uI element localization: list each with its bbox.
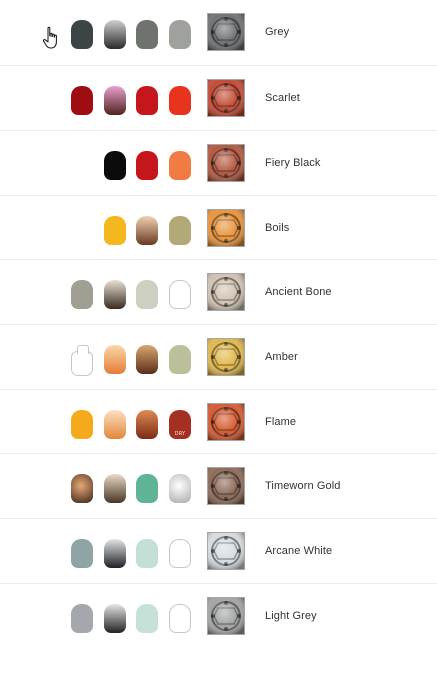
paint-row[interactable]: Fiery Black [0,131,437,196]
miniature-swatch-thumbnail[interactable] [207,209,245,247]
paint-row[interactable]: Ancient Bone [0,260,437,325]
paint-pots [60,325,200,389]
paint-row[interactable]: Amber [0,325,437,390]
paint-pot-icon[interactable] [104,151,126,180]
scheme-name[interactable]: Amber [265,325,298,389]
paint-pot-icon[interactable] [169,474,191,503]
paint-pot-icon[interactable] [136,20,158,49]
pot-neck [77,345,89,354]
miniature-swatch-thumbnail[interactable] [207,273,245,311]
paint-pot-icon[interactable] [136,280,158,309]
paint-pot-icon[interactable] [136,474,158,503]
scheme-name[interactable]: Ancient Bone [265,260,332,324]
paint-pot-icon[interactable] [71,474,93,503]
paint-pot-icon[interactable] [104,474,126,503]
scheme-name[interactable]: Fiery Black [265,131,321,195]
paint-pot-icon[interactable] [104,539,126,568]
miniature-swatch-thumbnail[interactable] [207,597,245,635]
paint-pot-icon[interactable] [136,410,158,439]
paint-pot-icon[interactable] [136,604,158,633]
hand-cursor-icon [42,26,57,49]
paint-pot-icon[interactable] [104,86,126,115]
paint-pots [60,260,200,324]
paint-row[interactable]: Light Grey [0,584,437,648]
paint-pot-icon[interactable] [136,86,158,115]
paint-pots [60,454,200,518]
paint-scheme-list: Grey Scarlet Fiery Black Boils Ancient Bone A… [0,0,437,648]
paint-pot-icon[interactable] [71,539,93,568]
paint-pots [60,519,200,583]
paint-row[interactable]: Timeworn Gold [0,454,437,519]
paint-row[interactable]: Boils [0,196,437,260]
paint-pot-icon[interactable] [136,216,158,245]
paint-row[interactable]: Arcane White [0,519,437,584]
paint-pot-icon[interactable] [71,280,93,309]
scheme-name[interactable]: Boils [265,196,289,260]
scheme-name[interactable]: Scarlet [265,66,300,130]
paint-row[interactable]: Scarlet [0,66,437,131]
paint-pots [60,196,200,260]
paint-pots [60,584,200,648]
scheme-name[interactable]: Arcane White [265,519,332,583]
paint-pot-icon[interactable] [104,604,126,633]
empty-paint-pot-icon[interactable] [169,280,191,309]
paint-pot-icon[interactable] [169,345,191,374]
miniature-swatch-thumbnail[interactable] [207,338,245,376]
dry-label: DRY [174,431,186,437]
paint-pots [60,0,200,64]
miniature-swatch-thumbnail[interactable] [207,403,245,441]
paint-pots [60,131,200,195]
paint-pot-icon[interactable] [136,539,158,568]
miniature-swatch-thumbnail[interactable] [207,13,245,51]
paint-pot-icon[interactable] [169,151,191,180]
paint-pot-icon[interactable] [136,345,158,374]
paint-row[interactable]: Grey [0,0,437,66]
paint-pots: DRY [60,390,200,454]
paint-pot-icon[interactable] [169,86,191,115]
paint-pot-icon[interactable] [136,151,158,180]
empty-paint-pot-icon[interactable] [169,604,191,633]
scheme-name[interactable]: Timeworn Gold [265,454,340,518]
paint-pot-icon[interactable] [104,280,126,309]
miniature-swatch-thumbnail[interactable] [207,467,245,505]
paint-pot-icon[interactable] [104,216,126,245]
paint-pot-icon[interactable] [104,410,126,439]
paint-pot-icon[interactable] [71,86,93,115]
paint-pots [60,66,200,130]
miniature-swatch-thumbnail[interactable] [207,79,245,117]
paint-pot-icon[interactable] [169,216,191,245]
miniature-swatch-thumbnail[interactable] [207,532,245,570]
paint-pot-icon[interactable] [71,20,93,49]
scheme-name[interactable]: Light Grey [265,584,317,648]
paint-pot-icon[interactable] [104,20,126,49]
miniature-swatch-thumbnail[interactable] [207,144,245,182]
empty-paint-pot-icon[interactable] [169,539,191,568]
paint-pot-icon[interactable] [104,345,126,374]
empty-paint-pot-icon[interactable] [71,345,93,376]
scheme-name[interactable]: Grey [265,0,289,64]
paint-pot-icon[interactable] [169,20,191,49]
paint-pot-icon[interactable]: DRY [169,410,191,439]
paint-pot-icon[interactable] [71,410,93,439]
scheme-name[interactable]: Flame [265,390,296,454]
paint-pot-icon[interactable] [71,604,93,633]
paint-row[interactable]: DRY Flame [0,390,437,454]
